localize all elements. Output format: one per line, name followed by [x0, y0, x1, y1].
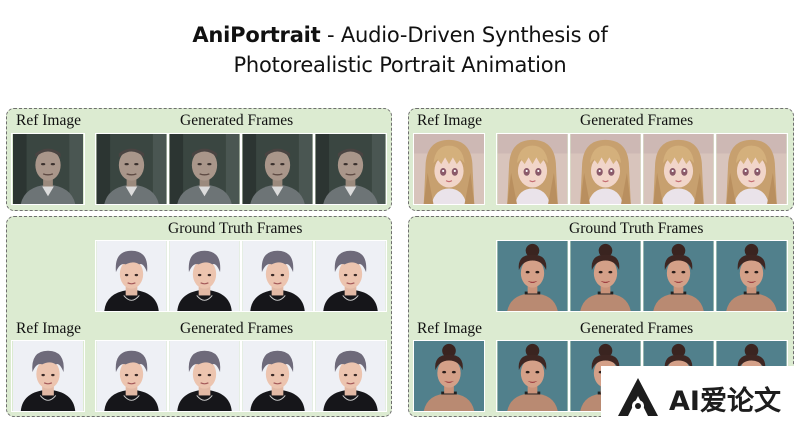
ref-image-label: Ref Image: [16, 320, 81, 337]
generated-frame: [496, 340, 569, 412]
generated-frame: [569, 133, 642, 205]
ground-truth-frame: [569, 240, 642, 312]
generated-frames-label: Generated Frames: [580, 112, 694, 129]
generated-frame: [168, 133, 241, 205]
ref-image-label: Ref Image: [16, 112, 81, 129]
title-line-1: AniPortrait - Audio-Driven Synthesis of: [0, 20, 800, 50]
ref-frame: [413, 340, 485, 412]
generated-frame: [168, 340, 241, 412]
ref-image-label: Ref Image: [417, 112, 482, 129]
generated-frame: [95, 133, 168, 205]
ground-truth-frame: [241, 240, 314, 312]
title-bold: AniPortrait: [192, 23, 321, 47]
generated-frame: [314, 340, 387, 412]
generated-frames-label: Generated Frames: [580, 320, 694, 337]
ground-truth-frames-label: Ground Truth Frames: [168, 220, 303, 237]
generated-frame: [241, 133, 314, 205]
ground-truth-frame: [95, 240, 168, 312]
generated-frames-label: Generated Frames: [180, 112, 294, 129]
ground-truth-frames-label: Ground Truth Frames: [569, 220, 704, 237]
generated-frame: [642, 133, 715, 205]
ref-frame: [11, 340, 85, 412]
ground-truth-frame: [642, 240, 715, 312]
ref-frame: [11, 133, 85, 205]
ref-frame: [413, 133, 485, 205]
ground-truth-frame: [496, 240, 569, 312]
ref-image-label: Ref Image: [417, 320, 482, 337]
watermark-text: AI爱论文: [669, 385, 781, 417]
ground-truth-frame: [715, 240, 788, 312]
generated-frames-label: Generated Frames: [180, 320, 294, 337]
generated-frame: [715, 133, 788, 205]
generated-frame: [496, 133, 569, 205]
generated-frame: [95, 340, 168, 412]
logo-icon: [618, 378, 658, 416]
title-rest: - Audio-Driven Synthesis of: [320, 23, 608, 47]
generated-frame: [241, 340, 314, 412]
title-line-2: Photorealistic Portrait Animation: [233, 53, 567, 77]
generated-frame: [314, 133, 387, 205]
watermark-logo: AI爱论文: [601, 366, 800, 430]
ground-truth-frame: [314, 240, 387, 312]
ground-truth-frame: [168, 240, 241, 312]
